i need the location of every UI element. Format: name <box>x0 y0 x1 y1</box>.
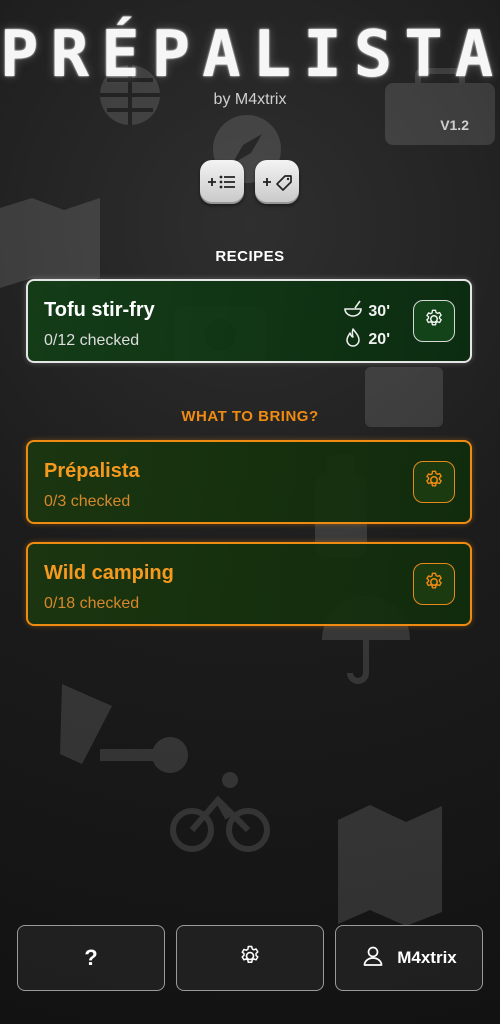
help-button[interactable]: ? <box>17 925 165 991</box>
flashlight-background-icon <box>42 676 122 786</box>
bring-card-wild-camping[interactable]: Wild camping 0/18 checked <box>26 542 472 626</box>
user-profile-button[interactable]: M4xtrix <box>335 925 483 991</box>
bring-list-settings-button[interactable] <box>413 461 455 503</box>
app-title: PRÉPALISTA <box>0 18 500 92</box>
bicycle-background-icon <box>170 770 270 860</box>
user-name: M4xtrix <box>397 948 457 967</box>
recipe-title: Tofu stir-fry <box>44 299 155 321</box>
bring-list-checked-count: 0/3 checked <box>44 493 131 510</box>
bring-section-title: WHAT TO BRING? <box>181 408 319 425</box>
gear-icon <box>423 469 445 496</box>
author-byline: by M4xtrix <box>213 91 287 108</box>
add-tag-icon <box>261 172 293 192</box>
bowl-icon <box>343 300 363 323</box>
bring-card-prepalista[interactable]: Prépalista 0/3 checked <box>26 440 472 524</box>
gear-icon <box>238 944 262 973</box>
prep-time-value: 30' <box>368 302 390 320</box>
recipe-settings-button[interactable] <box>413 300 455 342</box>
bring-list-checked-count: 0/18 checked <box>44 595 140 612</box>
user-icon <box>361 944 385 973</box>
bring-list-title: Prépalista <box>44 460 140 482</box>
prep-time: 30' <box>343 300 390 323</box>
folded-map-background-icon <box>330 800 450 930</box>
app-version: V1.2 <box>440 117 469 133</box>
cook-time-value: 20' <box>368 330 390 348</box>
gear-icon <box>423 308 445 335</box>
add-tag-button[interactable] <box>255 160 299 204</box>
app-settings-button[interactable] <box>176 925 324 991</box>
help-label: ? <box>84 945 98 970</box>
add-list-button[interactable] <box>200 160 244 204</box>
bring-list-settings-button[interactable] <box>413 563 455 605</box>
recipe-checked-count: 0/12 checked <box>44 332 140 349</box>
cook-time: 20' <box>343 327 390 352</box>
recipe-card-tofu-stir-fry[interactable]: Tofu stir-fry 0/12 checked 30' 20' <box>26 279 472 363</box>
bring-list-title: Wild camping <box>44 562 174 584</box>
add-list-icon <box>206 172 238 192</box>
recipes-section-title: RECIPES <box>215 248 285 265</box>
key-background-icon <box>100 733 190 778</box>
flame-icon <box>343 327 363 352</box>
map-background-icon <box>0 190 105 290</box>
gear-icon <box>423 571 445 598</box>
